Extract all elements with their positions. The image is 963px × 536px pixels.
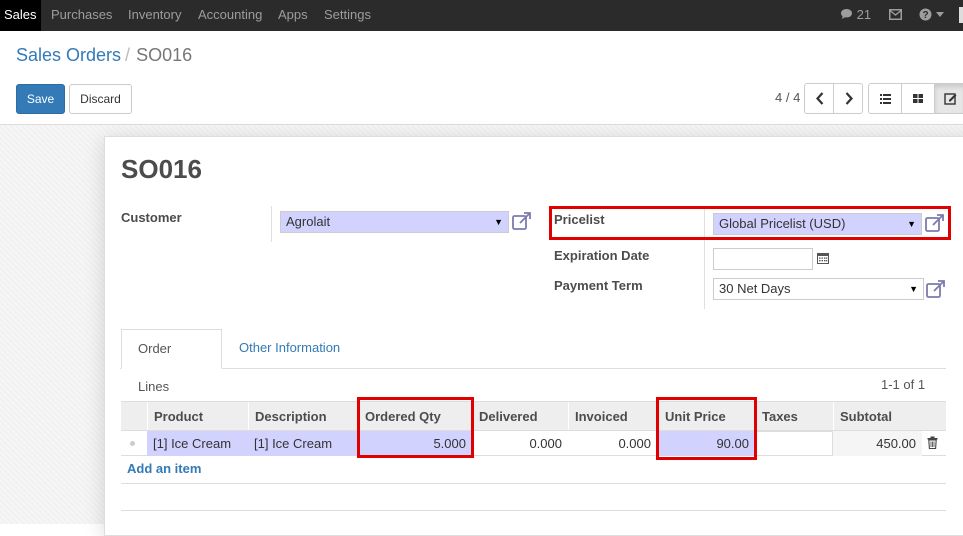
envelope-icon: [889, 9, 902, 20]
order-title: SO016: [121, 154, 202, 184]
menu-settings[interactable]: Settings: [324, 0, 371, 31]
column-product[interactable]: Product: [147, 402, 248, 431]
chat-icon: [841, 9, 852, 19]
grid-icon: [913, 94, 923, 103]
drag-handle-icon[interactable]: [130, 441, 135, 446]
add-item-link[interactable]: Add an item: [127, 461, 201, 476]
column-description[interactable]: Description: [248, 402, 354, 431]
column-invoiced[interactable]: Invoiced: [568, 402, 657, 431]
payment-term-value: 30 Net Days: [719, 281, 791, 296]
tab-other-information[interactable]: Other Information: [223, 329, 356, 369]
question-circle-icon: ?: [919, 8, 932, 21]
user-avatar[interactable]: [959, 7, 963, 23]
column-delivered[interactable]: Delivered: [472, 402, 568, 431]
menu-apps[interactable]: Apps: [278, 0, 308, 31]
pager-next-button[interactable]: [833, 83, 863, 114]
save-button[interactable]: Save: [16, 84, 65, 114]
menu-sales[interactable]: Sales: [0, 0, 41, 31]
tab-order-lines[interactable]: Order Lines: [121, 329, 222, 394]
pager-previous-button[interactable]: [804, 83, 834, 114]
table-row[interactable]: [1] Ice Cream [1] Ice Cream 5.000 0.000 …: [121, 430, 946, 456]
list-view-button[interactable]: [868, 83, 902, 114]
messages-count: 21: [856, 7, 872, 22]
column-subtotal[interactable]: Subtotal: [833, 402, 922, 431]
breadcrumb-separator: /: [125, 45, 131, 65]
messages-button[interactable]: 21: [840, 0, 871, 31]
calendar-icon[interactable]: [817, 252, 829, 264]
breadcrumb-sales-orders[interactable]: Sales Orders: [16, 45, 121, 65]
external-link-icon[interactable]: [926, 280, 946, 299]
payment-term-select[interactable]: 30 Net Days ▼: [713, 278, 924, 300]
help-menu-button[interactable]: ?: [919, 0, 944, 31]
breadcrumb: Sales Orders / SO016: [16, 45, 192, 66]
discard-button[interactable]: Discard: [69, 84, 132, 114]
cell-product[interactable]: [1] Ice Cream: [147, 431, 248, 456]
cell-description[interactable]: [1] Ice Cream: [248, 431, 358, 456]
field-separator: [271, 206, 272, 242]
svg-text:?: ?: [922, 10, 928, 21]
form-view-button[interactable]: [934, 83, 963, 114]
payment-term-label: Payment Term: [554, 278, 643, 293]
cell-subtotal: 450.00: [833, 431, 922, 456]
cell-invoiced: 0.000: [618, 436, 651, 451]
table-footer-line: [121, 483, 946, 484]
ordered-qty-highlight: [357, 397, 474, 458]
menu-accounting[interactable]: Accounting: [198, 0, 262, 31]
external-link-icon[interactable]: [512, 212, 532, 231]
caret-down-icon: [935, 12, 944, 17]
expiration-date-label: Expiration Date: [554, 248, 650, 263]
menu-purchases[interactable]: Purchases: [51, 0, 112, 31]
chevron-left-icon: [816, 92, 824, 105]
pricelist-highlight: [549, 206, 951, 240]
unit-price-highlight: [656, 397, 757, 460]
expiration-date-input[interactable]: [713, 248, 813, 270]
chevron-right-icon: [845, 92, 853, 105]
pager-value[interactable]: 4 / 4: [775, 90, 800, 105]
cell-taxes[interactable]: [755, 431, 833, 456]
list-pager[interactable]: 1-1 of 1: [881, 377, 925, 392]
customer-label: Customer: [121, 210, 182, 225]
trash-icon[interactable]: [927, 436, 938, 449]
mail-button[interactable]: [889, 0, 902, 31]
table-header: Product Description Ordered Qty Delivere…: [121, 401, 946, 431]
breadcrumb-current: SO016: [136, 45, 193, 65]
dropdown-caret-icon: ▼: [494, 217, 503, 227]
list-icon: [880, 94, 891, 104]
menu-inventory[interactable]: Inventory: [128, 0, 181, 31]
customer-value: Agrolait: [286, 214, 331, 229]
kanban-view-button[interactable]: [901, 83, 935, 114]
form-divider: [121, 510, 946, 511]
column-taxes[interactable]: Taxes: [755, 402, 833, 431]
cell-delivered: 0.000: [529, 436, 562, 451]
customer-select[interactable]: Agrolait ▼: [280, 211, 509, 233]
dropdown-caret-icon: ▼: [909, 284, 918, 294]
top-navbar: Sales Purchases Inventory Accounting App…: [0, 0, 963, 31]
edit-icon: [944, 93, 957, 105]
